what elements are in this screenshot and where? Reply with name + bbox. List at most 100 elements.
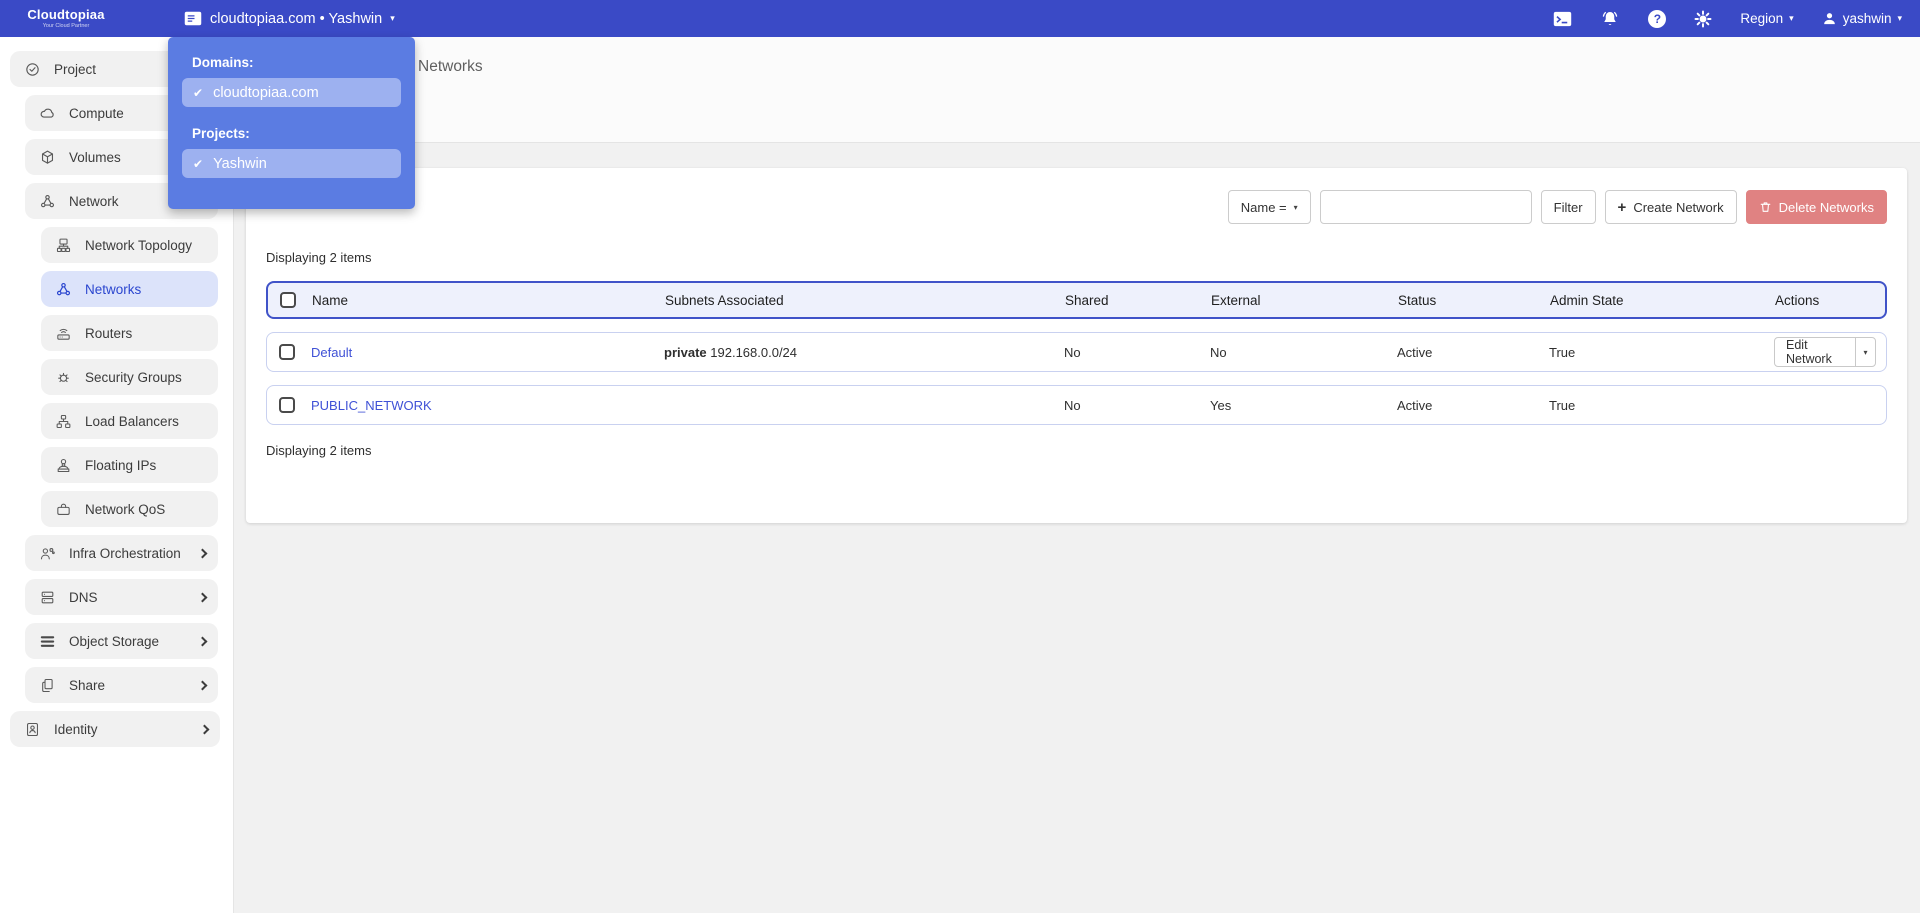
actions-dropdown-toggle[interactable]: ▾ [1855,338,1875,366]
external-cell: No [1210,344,1227,360]
admin-state-cell: True [1549,344,1576,360]
load-balancers-icon [55,413,73,430]
networks-card: Name = ▾ Filter + Create Network Delete … [246,168,1907,523]
sidebar-item-label: Security Groups [85,369,182,385]
dns-icon [39,589,57,606]
status-cell: Active [1397,397,1433,413]
sidebar-item-identity[interactable]: Identity [10,711,220,747]
object-storage-icon [39,633,57,650]
plus-icon: + [1617,198,1627,216]
network-name-link[interactable]: Default [311,345,352,360]
table-row: Default private 192.168.0.0/24 No No Act… [266,332,1887,372]
chevron-down-icon: ▾ [1897,13,1902,23]
sidebar-item-label: Networks [85,281,142,297]
brand-logo[interactable]: Cloudtopiaa Your Cloud Partner [0,8,132,29]
page-header-band: Networks [234,37,1920,143]
sidebar-item-label: Network Topology [85,237,193,253]
sidebar-item-label: Compute [69,105,124,121]
column-header-actions: Actions [1775,292,1820,308]
share-icon [39,677,57,694]
routers-icon [55,325,73,342]
sidebar-item-label: DNS [69,589,98,605]
shared-cell: No [1064,397,1081,413]
sidebar-item-label: Identity [54,721,98,737]
chevron-down-icon: ▾ [1789,13,1794,23]
sidebar-item-label: Network QoS [85,501,166,517]
sidebar-item-dns[interactable]: DNS [25,579,218,615]
column-header-admin-state[interactable]: Admin State [1550,293,1775,308]
chevron-right-icon [197,548,208,558]
network-name-link[interactable]: PUBLIC_NETWORK [311,398,432,413]
external-cell: Yes [1210,397,1232,413]
bell-icon[interactable] [1600,10,1620,28]
table-header-row: Name Subnets Associated Shared External … [266,281,1887,319]
sidebar-item-security-groups[interactable]: Security Groups [41,359,218,395]
chevron-right-icon [197,636,208,646]
table-row: PUBLIC_NETWORK No Yes Active True [266,385,1887,425]
sidebar-item-routers[interactable]: Routers [41,315,218,351]
filter-button[interactable]: Filter [1540,190,1596,224]
infra-orchestration-icon [39,545,57,562]
user-menu[interactable]: yashwin ▾ [1822,11,1902,26]
sidebar-item-object-storage[interactable]: Object Storage [25,623,218,659]
breadcrumb: Networks [418,58,483,75]
sidebar-item-floating-ips[interactable]: Floating IPs [41,447,218,483]
chevron-down-icon: ▾ [1293,202,1298,212]
user-label: yashwin [1842,11,1892,26]
row-checkbox[interactable] [279,344,295,360]
gear-icon[interactable] [1694,10,1712,28]
create-network-button[interactable]: + Create Network [1604,190,1737,224]
filter-field-select[interactable]: Name = ▾ [1227,190,1311,224]
row-checkbox[interactable] [279,397,295,413]
domain-project-switcher[interactable]: cloudtopiaa.com • Yashwin ▾ [184,11,395,27]
filter-input[interactable] [1319,190,1532,224]
sidebar-item-network-topology[interactable]: Network Topology [41,227,218,263]
row-select-cell [267,397,311,413]
domain-project-dropdown: Domains: ✔ cloudtopiaa.com Projects: ✔ Y… [168,37,415,209]
column-header-status[interactable]: Status [1398,293,1550,308]
sidebar-item-share[interactable]: Share [25,667,218,703]
project-option-yashwin[interactable]: ✔ Yashwin [182,149,401,178]
trash-icon [1759,200,1772,214]
sidebar-item-label: Routers [85,325,133,341]
column-header-external[interactable]: External [1211,293,1398,308]
help-icon[interactable]: ? [1648,9,1667,28]
items-count: Displaying 2 items [266,443,372,458]
domain-option-cloudtopiaa[interactable]: ✔ cloudtopiaa.com [182,78,401,107]
project-option-label: Yashwin [213,155,267,172]
sidebar-item-label: Floating IPs [85,457,157,473]
network-qos-icon [55,501,73,518]
project-icon [24,61,42,78]
region-menu[interactable]: Region ▾ [1740,11,1793,26]
sidebar-item-label: Volumes [69,149,121,165]
main-content: Networks Name = ▾ Filter + Create Networ… [234,37,1920,913]
column-header-name[interactable]: Name [312,293,665,308]
console-icon[interactable] [1553,11,1572,27]
networks-icon [55,281,73,298]
filter-field-label: Name = [1240,199,1287,215]
delete-networks-button[interactable]: Delete Networks [1745,190,1887,224]
sidebar-item-label: Object Storage [69,633,160,649]
select-all-cell [268,292,312,308]
select-all-checkbox[interactable] [280,292,296,308]
region-label: Region [1740,11,1784,26]
sidebar-item-network-qos[interactable]: Network QoS [41,491,218,527]
sidebar-item-label: Project [54,61,97,77]
sidebar-item-load-balancers[interactable]: Load Balancers [41,403,218,439]
check-icon: ✔ [193,85,204,100]
sidebar-item-label: Infra Orchestration [69,545,181,561]
sidebar-item-infra-orchestration[interactable]: Infra Orchestration [25,535,218,571]
sidebar-item-networks[interactable]: Networks [41,271,218,307]
sidebar-item-label: Load Balancers [85,413,179,429]
table-toolbar: Name = ▾ Filter + Create Network Delete … [266,190,1887,224]
column-header-shared[interactable]: Shared [1065,293,1211,308]
column-header-subnets[interactable]: Subnets Associated [665,293,1065,308]
top-navbar: Cloudtopiaa Your Cloud Partner cloudtopi… [0,0,1920,37]
status-cell: Active [1397,344,1433,360]
edit-network-button[interactable]: Edit Network [1775,338,1855,366]
items-count: Displaying 2 items [266,250,372,265]
chevron-right-icon [197,592,208,602]
sidebar-item-label: Network [69,193,119,209]
chevron-right-icon [199,724,210,734]
sidebar-item-label: Share [69,677,106,693]
